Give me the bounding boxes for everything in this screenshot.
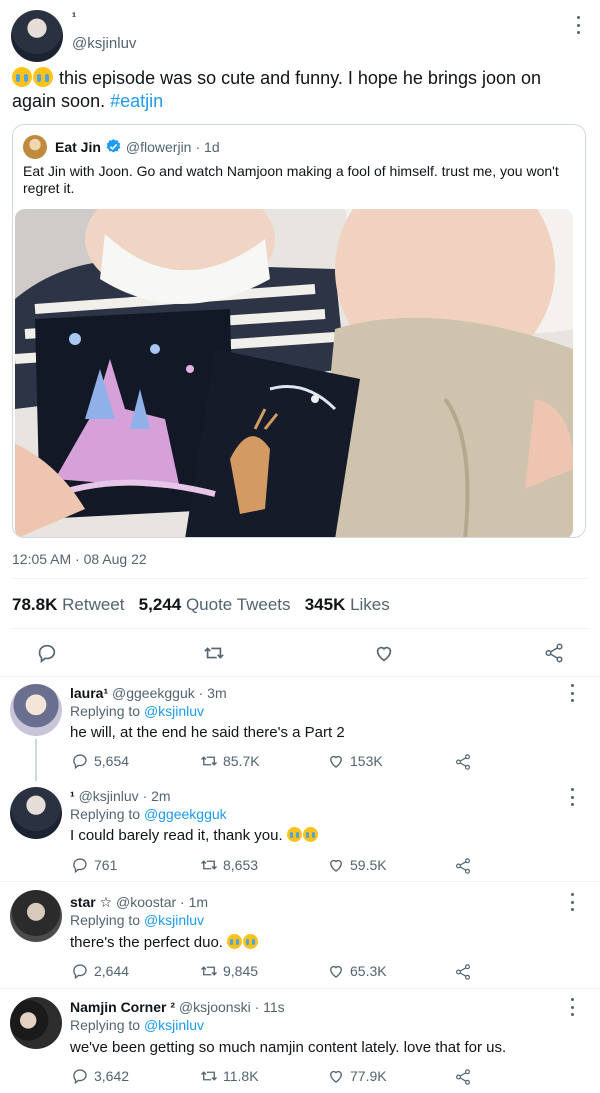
more-options-icon[interactable]	[569, 998, 575, 1016]
reply-text: there's the perfect duo.	[70, 934, 223, 951]
reply-item[interactable]: ¹ @ksjinluv · 2m Replying to @ggeekgguk …	[0, 781, 600, 881]
reply-text: he will, at the end he said there's a Pa…	[70, 724, 345, 741]
retweet-stat[interactable]: 78.8K Retweet	[12, 595, 124, 614]
replying-to-link[interactable]: @ksjinluv	[144, 912, 204, 928]
main-action-bar	[0, 640, 600, 664]
reply-button[interactable]: 761	[71, 856, 117, 874]
reply-icon[interactable]	[36, 642, 58, 664]
reply-text-line: I could barely read it, thank you.	[70, 827, 319, 844]
author-avatar[interactable]	[11, 10, 63, 62]
tweet-stats: 78.8K Retweet 5,244 Quote Tweets 345K Li…	[12, 595, 390, 615]
like-button[interactable]: 77.9K	[327, 1067, 387, 1085]
replying-to-label: Replying to	[70, 703, 141, 719]
reply-display-name[interactable]: laura¹	[70, 685, 108, 701]
share-icon[interactable]	[454, 857, 472, 875]
retweet-icon	[201, 756, 217, 766]
reply-button[interactable]: 5,654	[71, 752, 129, 770]
reply-handle[interactable]: @ksjoonski	[179, 999, 251, 1015]
reply-item[interactable]: Namjin Corner ² @ksjoonski · 11s Replyin…	[0, 989, 600, 1093]
reply-display-name[interactable]: ¹	[70, 788, 75, 804]
reply-avatar[interactable]	[10, 890, 62, 942]
loudly-crying-emoji-icon	[286, 827, 302, 842]
share-icon[interactable]	[543, 642, 565, 664]
share-icon[interactable]	[454, 753, 472, 771]
reply-handle[interactable]: @koostar	[116, 894, 176, 910]
reply-avatar[interactable]	[10, 997, 62, 1049]
reply-time: · 1m	[180, 894, 209, 910]
like-icon	[330, 1070, 342, 1083]
tweet-timestamp[interactable]: 12:05 AM · 08 Aug 22	[12, 551, 147, 567]
reply-item[interactable]: star ☆ @koostar · 1m Replying to @ksjinl…	[0, 882, 600, 988]
like-button[interactable]: 59.5K	[327, 856, 387, 874]
loudly-crying-emoji-icon	[12, 67, 32, 87]
retweet-button[interactable]: 85.7K	[200, 752, 260, 770]
reply-time: · 3m	[198, 685, 227, 701]
reply-text: we've been getting so much namjin conten…	[70, 1039, 507, 1056]
replying-to-link[interactable]: @ggeekgguk	[144, 806, 227, 822]
reply-item[interactable]: laura¹ @ggeekgguk · 3m Replying to @ksji…	[0, 677, 600, 781]
retweet-icon	[201, 860, 217, 870]
tweet-body: this episode was so cute and funny. I ho…	[12, 68, 542, 111]
reply-icon	[73, 754, 87, 770]
author-display-name[interactable]: ¹	[72, 10, 76, 24]
verified-badge-icon	[106, 139, 121, 153]
reply-icon	[73, 858, 87, 874]
reply-text: I could barely read it, thank you.	[70, 827, 283, 844]
loudly-crying-emoji-icon	[302, 827, 318, 842]
quoted-tweet-card[interactable]: Eat Jin @flowerjin · 1d Eat Jin with Joo…	[12, 124, 586, 538]
likes-stat[interactable]: 345K Likes	[305, 595, 390, 614]
reply-text-line: there's the perfect duo.	[70, 934, 259, 951]
replying-to-label: Replying to	[70, 1017, 141, 1033]
share-icon[interactable]	[454, 963, 472, 981]
reply-handle[interactable]: @ggeekgguk	[112, 685, 195, 701]
reply-time: · 2m	[142, 788, 171, 804]
reply-button[interactable]: 2,644	[71, 962, 129, 980]
more-options-icon[interactable]	[569, 788, 575, 806]
replying-to-link[interactable]: @ksjinluv	[144, 703, 204, 719]
like-icon[interactable]	[373, 642, 395, 664]
more-options-icon[interactable]	[575, 16, 581, 34]
replying-to-link[interactable]: @ksjinluv	[144, 1017, 204, 1033]
retweet-button[interactable]: 11.8K	[200, 1067, 259, 1085]
reply-icon	[73, 964, 87, 980]
reply-avatar[interactable]	[10, 787, 62, 839]
reply-handle[interactable]: @ksjinluv	[79, 788, 139, 804]
quoted-handle: @flowerjin	[125, 138, 192, 155]
reply-time: · 11s	[254, 999, 285, 1015]
like-button[interactable]: 65.3K	[327, 962, 387, 980]
photo-illustration	[15, 209, 573, 537]
quoted-media-photo[interactable]	[15, 209, 573, 537]
retweet-button[interactable]: 8,653	[200, 856, 258, 874]
loudly-crying-emoji-icon	[227, 934, 243, 949]
hashtag-link[interactable]: #eatjin	[110, 91, 163, 111]
loudly-crying-emoji-icon	[33, 67, 53, 87]
like-icon	[330, 965, 342, 978]
tweet-text: this episode was so cute and funny. I ho…	[12, 67, 582, 113]
reply-display-name[interactable]: Namjin Corner ²	[70, 999, 175, 1015]
quoted-time: · 1d	[195, 138, 220, 155]
like-button[interactable]: 153K	[327, 752, 383, 770]
quoted-display-name: Eat Jin	[55, 138, 101, 155]
share-icon[interactable]	[454, 1068, 472, 1086]
like-icon	[330, 755, 342, 768]
retweet-icon[interactable]	[203, 642, 225, 664]
reply-button[interactable]: 3,642	[71, 1067, 129, 1085]
reply-avatar[interactable]	[10, 684, 62, 736]
reply-icon	[73, 1069, 87, 1085]
author-handle[interactable]: @ksjinluv	[72, 35, 136, 52]
quote-tweets-stat[interactable]: 5,244 Quote Tweets	[139, 595, 291, 614]
more-options-icon[interactable]	[569, 893, 575, 911]
retweet-icon	[201, 966, 217, 976]
more-options-icon[interactable]	[569, 684, 575, 702]
retweet-button[interactable]: 9,845	[200, 962, 258, 980]
retweet-icon	[201, 1071, 217, 1081]
like-icon	[330, 859, 342, 872]
replying-to-label: Replying to	[70, 806, 141, 822]
replying-to-label: Replying to	[70, 912, 141, 928]
reply-display-name[interactable]: star ☆	[70, 894, 112, 910]
quoted-author-avatar	[23, 135, 47, 159]
loudly-crying-emoji-icon	[243, 934, 259, 949]
quoted-text: Eat Jin with Joon. Go and watch Namjoon …	[23, 163, 559, 196]
